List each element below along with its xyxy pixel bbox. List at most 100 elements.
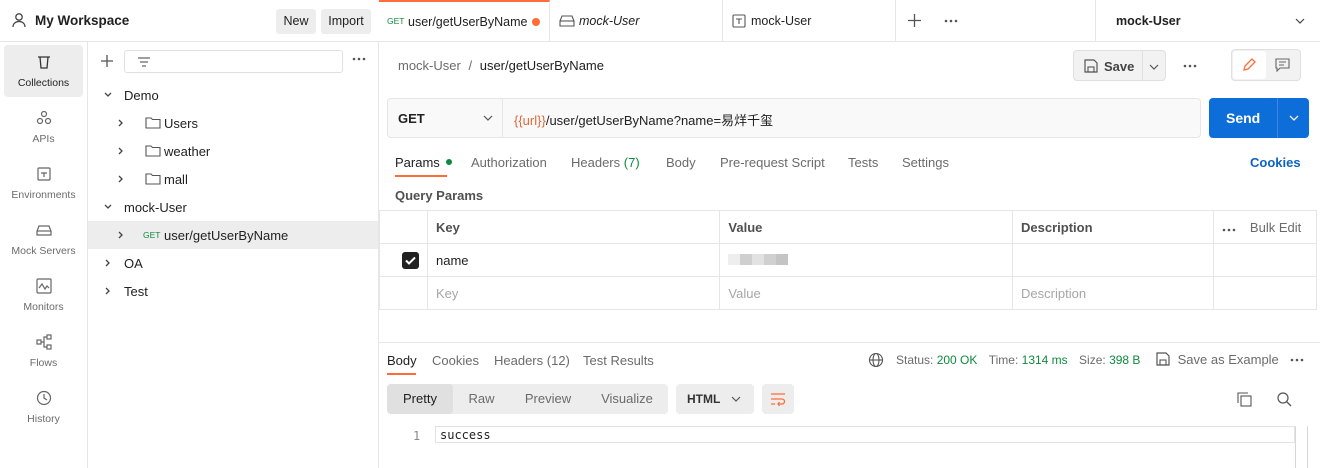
chevron-down-icon (483, 113, 493, 123)
plus-icon[interactable] (100, 54, 114, 68)
breadcrumb-collection[interactable]: mock-User (398, 58, 461, 73)
nav-environments[interactable]: Environments (4, 157, 83, 209)
environment-selector[interactable]: mock-User (1095, 0, 1320, 42)
tree-item-weather[interactable]: weather (88, 137, 378, 165)
save-button[interactable]: Save (1073, 50, 1166, 81)
workspace-header: My Workspace New Import (0, 0, 379, 42)
environment-icon (732, 14, 746, 28)
chevron-down-icon[interactable] (1149, 62, 1159, 72)
chevron-down-icon (1295, 16, 1305, 26)
format-select[interactable]: HTML (676, 384, 754, 414)
tab-label: Headers (494, 353, 544, 368)
cookies-link[interactable]: Cookies (1250, 155, 1301, 170)
bulk-edit-link[interactable]: Bulk Edit (1250, 220, 1301, 235)
size-label: Size: (1079, 353, 1106, 367)
tab-tests[interactable]: Tests (848, 155, 878, 170)
nav-mock-servers[interactable]: Mock Servers (4, 213, 83, 265)
nav-label: APIs (32, 133, 55, 145)
tree-item-mall[interactable]: mall (88, 165, 378, 193)
status-value[interactable]: 200 OK (937, 353, 978, 367)
nav-monitors[interactable]: Monitors (4, 269, 83, 321)
tab-response-headers[interactable]: Headers (12) (494, 353, 570, 368)
column-header-value: Value (719, 210, 1014, 244)
tab-request[interactable]: GET user/getUserByName (379, 0, 550, 42)
filter-input[interactable] (124, 50, 343, 73)
more-icon[interactable] (1290, 358, 1304, 362)
search-icon[interactable] (1277, 392, 1292, 407)
tree-item-test[interactable]: Test (88, 277, 378, 305)
chevron-down-icon (103, 202, 113, 212)
query-params-title: Query Params (395, 188, 484, 203)
response-editor[interactable]: 1 success (379, 426, 1320, 468)
more-icon[interactable] (352, 57, 366, 61)
more-icon[interactable] (1222, 228, 1236, 232)
import-button[interactable]: Import (321, 9, 371, 34)
save-as-example-button[interactable]: Save as Example (1156, 352, 1279, 367)
comment-icon[interactable] (1275, 58, 1290, 72)
copy-icon[interactable] (1237, 392, 1252, 407)
tree-item-users[interactable]: Users (88, 109, 378, 137)
tab-mock-user[interactable]: mock-User (550, 0, 723, 42)
new-key-input[interactable]: Key (426, 276, 721, 310)
more-icon[interactable] (1183, 64, 1197, 68)
response-divider (379, 342, 1320, 343)
chevron-right-icon (116, 230, 126, 240)
size-value[interactable]: 398 B (1109, 353, 1140, 367)
new-button[interactable]: New (276, 9, 316, 34)
breadcrumb-separator: / (468, 58, 473, 73)
edit-mode-button[interactable] (1233, 51, 1266, 79)
nav-history[interactable]: History (4, 381, 83, 433)
nav-flows[interactable]: Flows (4, 325, 83, 377)
breadcrumb: mock-User / user/getUserByName (398, 58, 604, 73)
param-description[interactable] (1012, 243, 1215, 277)
url-variable: {{url}} (514, 113, 546, 128)
new-tab-icon[interactable] (908, 14, 921, 27)
param-value[interactable] (719, 243, 1014, 277)
save-divider (1142, 51, 1143, 80)
view-preview[interactable]: Preview (510, 384, 586, 414)
tab-pre-request-script[interactable]: Pre-request Script (720, 155, 825, 170)
tree-item-label: mall (164, 172, 188, 187)
view-raw[interactable]: Raw (453, 384, 510, 414)
tab-authorization[interactable]: Authorization (471, 155, 547, 170)
tab-test-results[interactable]: Test Results (583, 353, 654, 368)
row-checkbox[interactable] (402, 251, 419, 269)
wrap-lines-button[interactable] (762, 384, 794, 414)
workspace-title[interactable]: My Workspace (35, 13, 129, 28)
editor-scrollbar[interactable] (1295, 426, 1308, 468)
time-value[interactable]: 1314 ms (1022, 353, 1068, 367)
chevron-down-icon[interactable] (1289, 113, 1299, 123)
tab-body[interactable]: Body (666, 155, 696, 170)
url-input[interactable]: {{url}}/user/getUserByName?name=易烊千玺 (514, 110, 773, 129)
tree-item-mock-user[interactable]: mock-User (88, 193, 378, 221)
view-pretty[interactable]: Pretty (387, 384, 453, 414)
param-key[interactable]: name (426, 243, 721, 277)
view-visualize[interactable]: Visualize (586, 384, 668, 414)
tab-mock-user-env[interactable]: mock-User (723, 0, 896, 42)
new-description-input[interactable]: Description (1012, 276, 1215, 310)
tree-item-oa[interactable]: OA (88, 249, 378, 277)
column-header-key: Key (426, 210, 721, 244)
tree-item-label: Users (164, 116, 198, 131)
tab-headers[interactable]: Headers (7) (571, 155, 640, 170)
tree-item-request[interactable]: GET user/getUserByName (88, 221, 378, 249)
send-button[interactable]: Send (1209, 98, 1309, 138)
tab-params[interactable]: Params (395, 155, 453, 170)
tab-response-body[interactable]: Body (387, 353, 417, 368)
tree-item-demo[interactable]: Demo (88, 81, 378, 109)
nav-apis[interactable]: APIs (4, 101, 83, 153)
more-tabs-icon[interactable] (944, 19, 958, 23)
globe-icon[interactable] (868, 352, 884, 368)
tab-response-cookies[interactable]: Cookies (432, 353, 479, 368)
method-select[interactable]: GET (388, 99, 503, 137)
breadcrumb-request[interactable]: user/getUserByName (480, 58, 604, 73)
trash-bin-icon (35, 53, 53, 71)
tab-settings[interactable]: Settings (902, 155, 949, 170)
new-value-input[interactable]: Value (719, 276, 1014, 310)
nav-collections[interactable]: Collections (4, 45, 83, 97)
wrap-icon (770, 392, 786, 406)
tab-label: user/getUserByName (408, 15, 528, 29)
user-icon (11, 12, 27, 28)
mock-server-icon (35, 221, 53, 239)
active-tab-underline (395, 175, 447, 177)
